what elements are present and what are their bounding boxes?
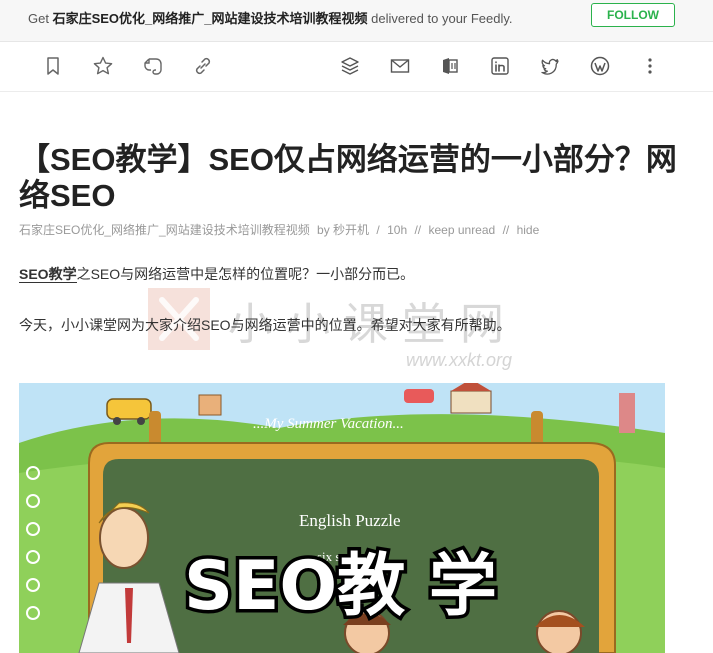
hide-link[interactable]: hide — [517, 223, 540, 237]
linkedin-icon[interactable] — [489, 55, 511, 77]
article-toolbar — [0, 42, 713, 92]
article-hero-image: ...My Summer Vacation... English Puzzle … — [19, 383, 665, 653]
article-title[interactable]: 【SEO教学】SEO仅占网络运营的一小部分？网络SEO — [19, 142, 679, 214]
bookmark-icon[interactable] — [42, 55, 64, 77]
onenote-icon[interactable] — [439, 55, 461, 77]
paragraph-intro-text: 之SEO与网络运营中是怎样的位置呢？一小部分而已。 — [76, 266, 415, 282]
banner-prefix: Get — [28, 11, 49, 26]
buffer-icon[interactable] — [339, 55, 361, 77]
seo-teaching-link[interactable]: SEO教学 — [19, 266, 77, 283]
meta-separator: // — [502, 223, 510, 237]
evernote-icon[interactable] — [142, 55, 164, 77]
meta-author: by 秒开机 — [317, 223, 370, 237]
keep-unread-link[interactable]: keep unread — [428, 223, 495, 237]
meta-separator: // — [414, 223, 422, 237]
board-text: English Puzzle — [299, 511, 401, 530]
watermark-url: www.xxkt.org — [406, 350, 513, 370]
feed-banner: Get 石家庄SEO优化_网络推广_网站建设技术培训教程视频 delivered… — [0, 0, 713, 42]
email-icon[interactable] — [389, 55, 411, 77]
banner-message: Get 石家庄SEO优化_网络推广_网站建设技术培训教程视频 delivered… — [28, 8, 513, 27]
link-icon[interactable] — [192, 55, 214, 77]
meta-source[interactable]: 石家庄SEO优化_网络推广_网站建设技术培训教程视频 — [19, 223, 310, 237]
article-meta: 石家庄SEO优化_网络推广_网站建设技术培训教程视频 by 秒开机 / 10h … — [19, 221, 543, 238]
paragraph-second: 今天，小小课堂网为大家介绍SEO与网络运营中的位置。希望对大家有所帮助。 — [19, 317, 511, 333]
twitter-icon[interactable] — [539, 55, 561, 77]
meta-time: 10h — [387, 223, 408, 237]
follow-button[interactable]: FOLLOW — [591, 3, 675, 27]
meta-separator: / — [376, 223, 380, 237]
hero-banner-text: ...My Summer Vacation... — [253, 416, 404, 432]
paragraph-intro: SEO教学之SEO与网络运营中是怎样的位置呢？一小部分而已。 — [19, 264, 414, 284]
wordpress-icon[interactable] — [589, 55, 611, 77]
more-icon[interactable] — [639, 55, 661, 77]
banner-suffix: delivered to your Feedly. — [371, 11, 513, 26]
star-icon[interactable] — [92, 55, 114, 77]
hero-overlay-text: SEO教 学 — [184, 547, 497, 626]
feed-name: 石家庄SEO优化_网络推广_网站建设技术培训教程视频 — [52, 11, 368, 26]
